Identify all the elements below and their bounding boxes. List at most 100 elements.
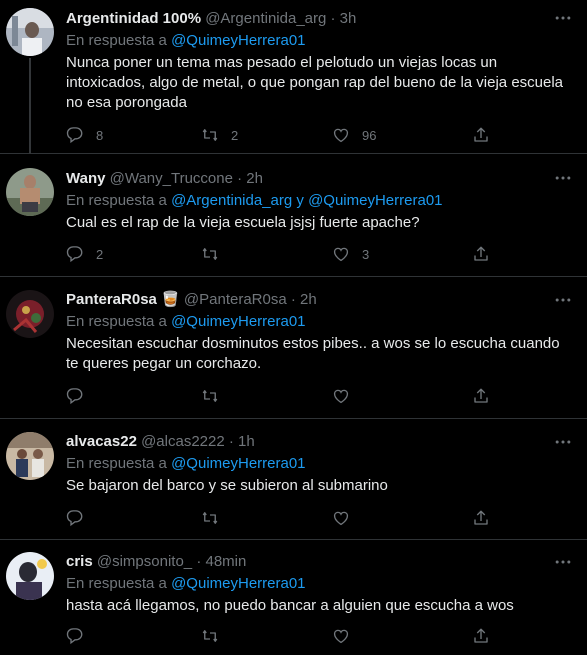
tweet-header: cris @simpsonito_ · 48min bbox=[66, 552, 571, 572]
tweet-alvacas22[interactable]: alvacas22 @alcas2222 · 1h En respuesta a… bbox=[0, 419, 587, 540]
like-icon bbox=[333, 389, 349, 404]
avatar[interactable] bbox=[6, 168, 54, 216]
like-button[interactable]: 96 bbox=[332, 125, 376, 145]
avatar[interactable] bbox=[6, 432, 54, 480]
retweet-button[interactable]: 2 bbox=[201, 125, 238, 145]
reply-button[interactable]: 2 bbox=[66, 244, 103, 264]
more-icon[interactable] bbox=[553, 290, 573, 310]
like-button[interactable] bbox=[332, 508, 350, 528]
tweet-wany[interactable]: Wany @Wany_Truccone · 2h En respuesta a … bbox=[0, 154, 587, 277]
share-button[interactable] bbox=[472, 244, 490, 264]
like-button[interactable] bbox=[332, 386, 350, 406]
tweet-cris[interactable]: cris @simpsonito_ · 48min En respuesta a… bbox=[0, 540, 587, 655]
more-icon[interactable] bbox=[553, 432, 573, 452]
mention-join: y bbox=[296, 192, 304, 209]
tweet-actions bbox=[66, 386, 496, 406]
author-emoji: 🥃 bbox=[161, 291, 180, 308]
reply-button[interactable]: 8 bbox=[66, 125, 103, 145]
replying-to: En respuesta a @QuimeyHerrera01 bbox=[66, 31, 571, 51]
tweet-actions bbox=[66, 508, 496, 528]
mention-link[interactable]: @QuimeyHerrera01 bbox=[171, 455, 305, 472]
reply-icon bbox=[66, 246, 83, 262]
tweet-time[interactable]: · 2h bbox=[291, 291, 317, 308]
mention-link[interactable]: @QuimeyHerrera01 bbox=[171, 32, 305, 49]
retweet-button[interactable] bbox=[201, 508, 219, 528]
replying-prefix: En respuesta a bbox=[66, 192, 167, 209]
tweet-text: Necesitan escuchar dosminutos estos pibe… bbox=[66, 335, 560, 372]
retweet-button[interactable] bbox=[201, 626, 219, 646]
replying-to: En respuesta a @QuimeyHerrera01 bbox=[66, 312, 571, 332]
mention-link[interactable]: @QuimeyHerrera01 bbox=[308, 192, 442, 209]
retweet-icon bbox=[202, 248, 218, 260]
share-button[interactable] bbox=[472, 125, 490, 145]
retweet-button[interactable] bbox=[201, 244, 219, 264]
like-icon bbox=[333, 247, 349, 262]
tweet-text: Cual es el rap de la vieja escuela jsjsj… bbox=[66, 214, 420, 231]
share-icon bbox=[474, 510, 488, 525]
reply-button[interactable] bbox=[66, 626, 84, 646]
like-count: 96 bbox=[362, 127, 377, 143]
replying-prefix: En respuesta a bbox=[66, 455, 167, 472]
reply-icon bbox=[66, 127, 83, 143]
like-button[interactable]: 3 bbox=[332, 244, 369, 264]
share-button[interactable] bbox=[472, 508, 490, 528]
author-name[interactable]: cris bbox=[66, 553, 93, 570]
like-count: 3 bbox=[362, 246, 370, 262]
author-name[interactable]: alvacas22 bbox=[66, 433, 137, 450]
tweet-header: Argentinidad 100% @Argentinida_arg · 3h bbox=[66, 9, 571, 29]
share-button[interactable] bbox=[472, 626, 490, 646]
author-handle[interactable]: @simpsonito_ bbox=[97, 553, 192, 570]
like-button[interactable] bbox=[332, 626, 350, 646]
author-handle[interactable]: @alcas2222 bbox=[141, 433, 225, 450]
author-handle[interactable]: @Wany_Truccone bbox=[110, 170, 233, 187]
tweet-argentinidad[interactable]: Argentinidad 100% @Argentinida_arg · 3h … bbox=[0, 0, 587, 154]
tweet-time[interactable]: · 3h bbox=[331, 10, 357, 27]
more-icon[interactable] bbox=[553, 8, 573, 28]
share-icon bbox=[474, 246, 488, 261]
reply-button[interactable] bbox=[66, 386, 84, 406]
replying-to: En respuesta a @QuimeyHerrera01 bbox=[66, 574, 571, 594]
reply-count: 2 bbox=[96, 246, 104, 262]
replying-to: En respuesta a @QuimeyHerrera01 bbox=[66, 454, 571, 474]
tweet-header: PanteraR0sa 🥃 @PanteraR0sa · 2h bbox=[66, 290, 571, 310]
retweet-button[interactable] bbox=[201, 386, 219, 406]
retweet-count: 2 bbox=[231, 127, 239, 143]
tweet-actions: 2 3 bbox=[66, 244, 496, 264]
like-icon bbox=[333, 128, 349, 143]
tweet-header: alvacas22 @alcas2222 · 1h bbox=[66, 432, 571, 452]
retweet-icon bbox=[202, 390, 218, 402]
tweet-text: Nunca poner un tema mas pesado el pelotu… bbox=[66, 54, 564, 111]
tweet-header: Wany @Wany_Truccone · 2h bbox=[66, 169, 571, 189]
reply-icon bbox=[66, 510, 83, 526]
more-icon[interactable] bbox=[553, 552, 573, 572]
retweet-icon bbox=[202, 630, 218, 642]
replying-prefix: En respuesta a bbox=[66, 313, 167, 330]
share-button[interactable] bbox=[472, 386, 490, 406]
author-name[interactable]: PanteraR0sa bbox=[66, 291, 157, 308]
avatar[interactable] bbox=[6, 552, 54, 600]
share-icon bbox=[474, 127, 488, 142]
avatar[interactable] bbox=[6, 8, 54, 56]
mention-link[interactable]: @QuimeyHerrera01 bbox=[171, 575, 305, 592]
reply-button[interactable] bbox=[66, 508, 84, 528]
tweet-panterarosa[interactable]: PanteraR0sa 🥃 @PanteraR0sa · 2h En respu… bbox=[0, 277, 587, 419]
tweet-time[interactable]: · 2h bbox=[237, 170, 263, 187]
avatar[interactable] bbox=[6, 290, 54, 338]
tweet-time[interactable]: · 48min bbox=[196, 553, 246, 570]
reply-icon bbox=[66, 388, 83, 404]
tweet-time[interactable]: · 1h bbox=[229, 433, 255, 450]
replying-prefix: En respuesta a bbox=[66, 575, 167, 592]
more-icon[interactable] bbox=[553, 168, 573, 188]
author-handle[interactable]: @Argentinida_arg bbox=[205, 10, 326, 27]
mention-link[interactable]: @QuimeyHerrera01 bbox=[171, 313, 305, 330]
replying-to: En respuesta a @Argentinida_arg y @Quime… bbox=[66, 191, 571, 211]
mention-link[interactable]: @Argentinida_arg bbox=[171, 192, 292, 209]
author-handle[interactable]: @PanteraR0sa bbox=[184, 291, 287, 308]
reply-count: 8 bbox=[96, 127, 104, 143]
author-name[interactable]: Wany bbox=[66, 170, 105, 187]
retweet-icon bbox=[202, 129, 218, 141]
tweet-actions: 8 2 96 bbox=[66, 125, 496, 145]
tweet-actions bbox=[66, 626, 496, 646]
author-name[interactable]: Argentinidad 100% bbox=[66, 10, 201, 27]
tweet-text: hasta acá llegamos, no puedo bancar a al… bbox=[66, 597, 514, 614]
